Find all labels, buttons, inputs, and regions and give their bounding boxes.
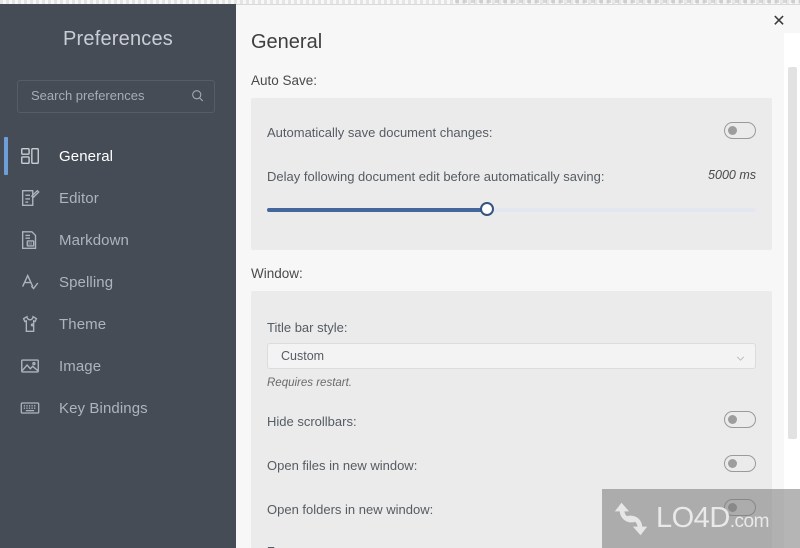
section-label-window: Window: xyxy=(251,266,303,281)
sidebar-item-label: Theme xyxy=(59,315,107,333)
svg-text:M: M xyxy=(28,241,32,246)
open-files-new-window-toggle[interactable] xyxy=(724,455,756,472)
chevron-down-icon xyxy=(735,351,746,362)
hide-scrollbars-toggle[interactable] xyxy=(724,411,756,428)
open-folders-new-window-label: Open folders in new window: xyxy=(267,502,434,517)
sidebar-item-label: Editor xyxy=(59,189,99,207)
toggle-knob xyxy=(728,415,737,424)
search-preferences-input[interactable]: Search preferences xyxy=(17,80,215,113)
sidebar-item-image[interactable]: Image xyxy=(0,345,236,387)
zoom-label: Zoom: xyxy=(267,544,304,548)
sidebar-item-label: Markdown xyxy=(59,231,129,249)
document-edit-icon xyxy=(17,185,43,211)
markdown-document-icon: M xyxy=(17,227,43,253)
auto-save-panel: Automatically save document changes: Del… xyxy=(251,98,772,250)
watermark-suffix: .com xyxy=(729,511,770,532)
search-icon xyxy=(190,88,205,103)
sidebar-item-label: General xyxy=(59,147,114,165)
watermark-text: LO4D.com xyxy=(656,502,769,535)
title-bar-style-label: Title bar style: xyxy=(267,320,348,335)
delay-row: Delay following document edit before aut… xyxy=(267,168,756,186)
hide-scrollbars-label: Hide scrollbars: xyxy=(267,414,357,429)
delay-value: 5000 ms xyxy=(708,168,756,182)
preferences-content: General Auto Save: Automatically save do… xyxy=(236,5,784,548)
sidebar-item-key-bindings[interactable]: Key Bindings xyxy=(0,387,236,429)
refresh-circle-icon xyxy=(608,499,654,539)
preferences-dialog: ✕ General Auto Save: Automatically save … xyxy=(236,4,800,548)
toggle-knob xyxy=(728,459,737,468)
preferences-sidebar: Preferences Search preferences General E… xyxy=(0,4,236,548)
sidebar-item-label: Key Bindings xyxy=(59,399,148,417)
title-bar-style-row: Title bar style: xyxy=(267,319,756,337)
sidebar-item-markdown[interactable]: M Markdown xyxy=(0,219,236,261)
sidebar-item-general[interactable]: General xyxy=(0,135,236,177)
tshirt-icon xyxy=(17,311,43,337)
open-files-new-window-row: Open files in new window: xyxy=(267,455,756,475)
a-check-icon xyxy=(17,269,43,295)
sidebar-item-label: Spelling xyxy=(59,273,114,291)
watermark: LO4D.com xyxy=(602,489,800,548)
delay-label: Delay following document edit before aut… xyxy=(267,169,605,184)
sidebar-item-label: Image xyxy=(59,357,102,375)
preferences-window: Preferences Search preferences General E… xyxy=(0,0,800,548)
page-title: General xyxy=(251,31,323,53)
auto-save-row: Automatically save document changes: xyxy=(267,122,756,142)
auto-save-label: Automatically save document changes: xyxy=(267,125,493,140)
open-files-new-window-label: Open files in new window: xyxy=(267,458,418,473)
content-scrollbar-track[interactable] xyxy=(784,33,800,548)
auto-save-toggle[interactable] xyxy=(724,122,756,139)
title-bar-style-select[interactable]: Custom xyxy=(267,343,756,369)
sidebar-nav: General Editor M Markdown Spelling Theme… xyxy=(0,135,236,429)
content-scrollbar-thumb[interactable] xyxy=(788,67,797,439)
hide-scrollbars-row: Hide scrollbars: xyxy=(267,411,756,431)
desktop-background-strip-right xyxy=(455,0,800,3)
watermark-brand: LO4D xyxy=(656,502,730,534)
sidebar-title: Preferences xyxy=(62,28,174,50)
delay-slider[interactable] xyxy=(267,202,756,216)
slider-thumb[interactable] xyxy=(480,202,495,216)
search-input-placeholder: Search preferences xyxy=(31,88,145,103)
toggle-knob xyxy=(728,126,737,135)
picture-icon xyxy=(17,353,43,379)
sidebar-item-editor[interactable]: Editor xyxy=(0,177,236,219)
sidebar-item-theme[interactable]: Theme xyxy=(0,303,236,345)
section-label-auto-save: Auto Save: xyxy=(251,73,318,88)
title-bar-style-value: Custom xyxy=(281,349,325,363)
layout-blocks-icon xyxy=(17,143,43,169)
keyboard-icon xyxy=(17,395,43,421)
sidebar-item-spelling[interactable]: Spelling xyxy=(0,261,236,303)
title-bar-style-hint: Requires restart. xyxy=(267,377,353,389)
slider-fill xyxy=(267,208,488,212)
